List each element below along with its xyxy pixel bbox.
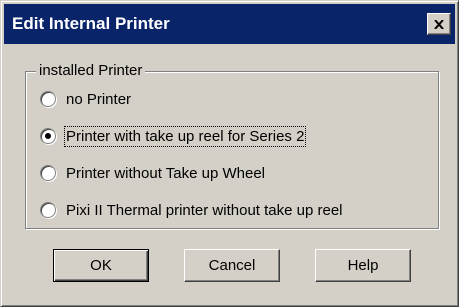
close-button[interactable] bbox=[427, 13, 451, 35]
radio-option-label: Printer with take up reel for Series 2 bbox=[63, 125, 307, 147]
radio-button[interactable] bbox=[40, 91, 56, 107]
radio-dot-icon bbox=[45, 133, 51, 139]
radio-button[interactable] bbox=[40, 202, 56, 218]
group-label: installed Printer bbox=[36, 62, 146, 79]
title-bar[interactable]: Edit Internal Printer bbox=[4, 4, 455, 44]
radio-option-no-printer[interactable]: no Printer bbox=[40, 87, 131, 111]
radio-option-pixi-ii-thermal[interactable]: Pixi II Thermal printer without take up … bbox=[40, 198, 343, 222]
radio-option-without-take-up-wheel[interactable]: Printer without Take up Wheel bbox=[40, 161, 265, 185]
cancel-button[interactable]: Cancel bbox=[184, 249, 280, 282]
close-icon bbox=[434, 19, 444, 29]
ok-button[interactable]: OK bbox=[53, 249, 149, 282]
radio-option-label: Printer without Take up Wheel bbox=[66, 164, 265, 182]
radio-button[interactable] bbox=[40, 165, 56, 181]
edit-internal-printer-dialog: Edit Internal Printer installed Printer … bbox=[0, 0, 459, 307]
window-title: Edit Internal Printer bbox=[12, 14, 170, 33]
help-button[interactable]: Help bbox=[315, 249, 411, 282]
radio-option-label: no Printer bbox=[66, 90, 132, 108]
radio-button-selected[interactable] bbox=[40, 128, 56, 144]
radio-option-take-up-reel-series-2[interactable]: Printer with take up reel for Series 2 bbox=[40, 124, 307, 148]
installed-printer-group: installed Printer no Printer Printer wit… bbox=[25, 62, 439, 229]
radio-option-label: Pixi II Thermal printer without take up … bbox=[66, 201, 343, 219]
